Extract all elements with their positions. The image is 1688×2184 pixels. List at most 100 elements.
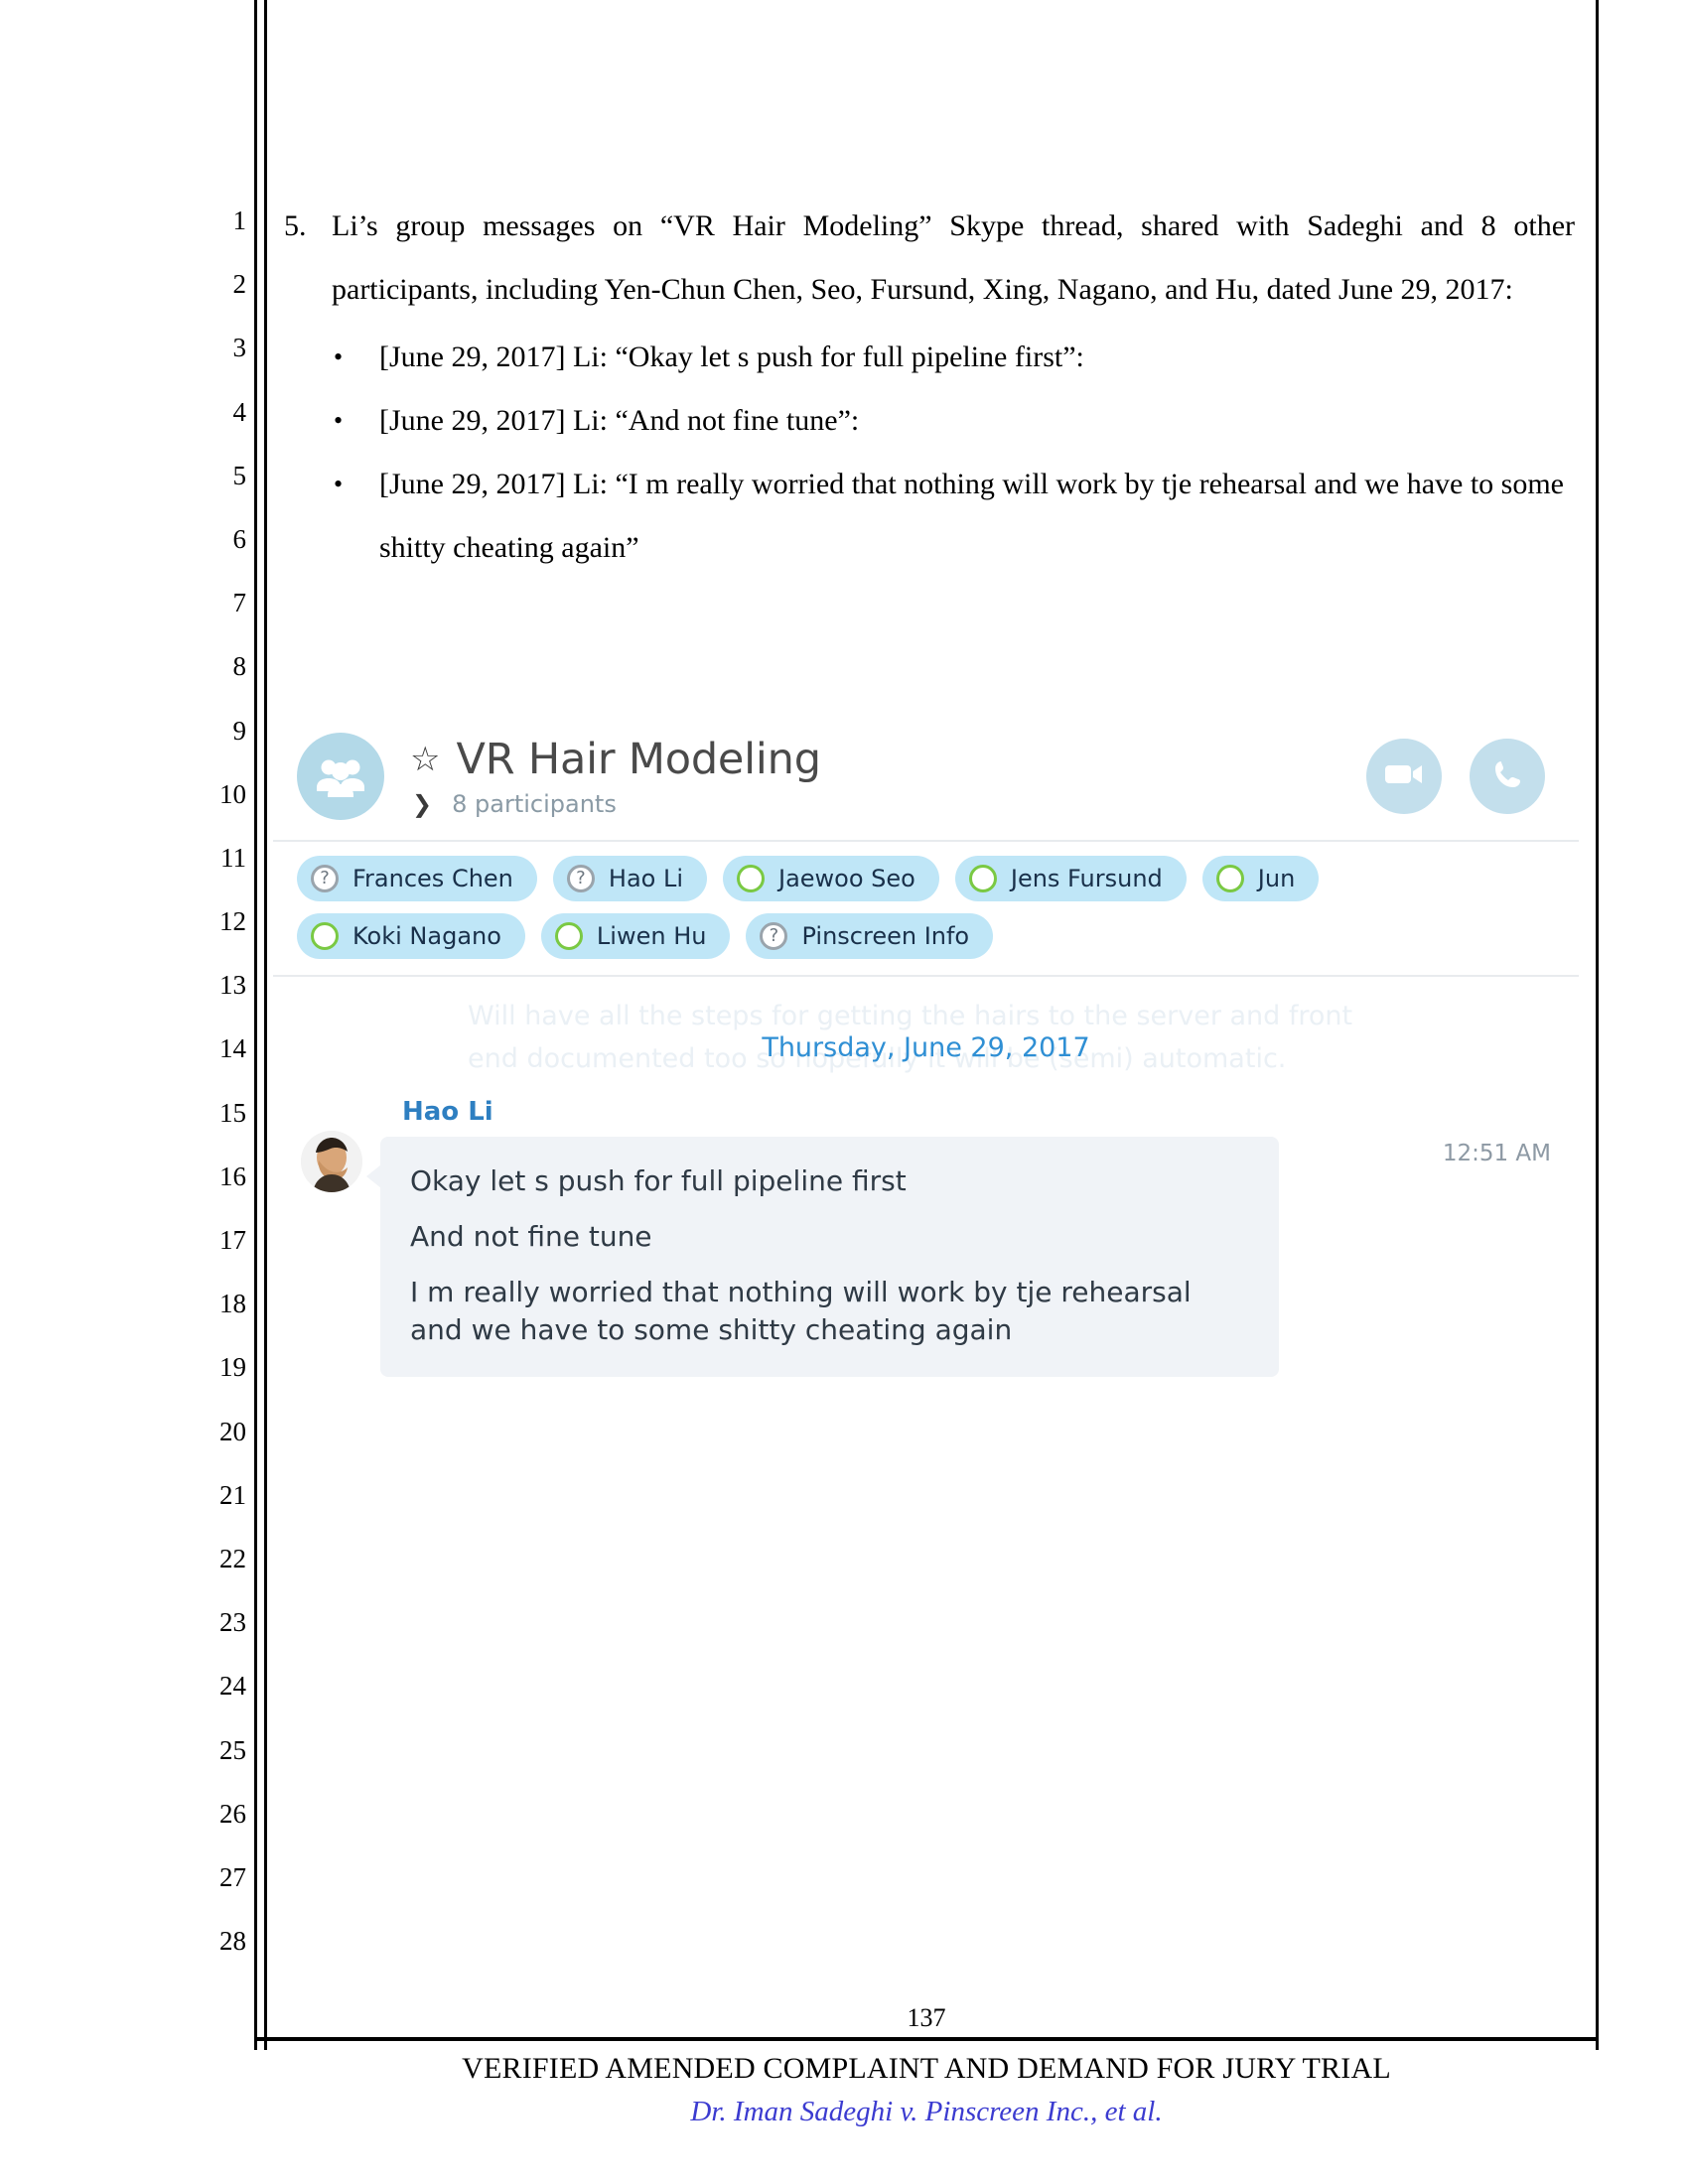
participant-chip-list: ? Frances Chen ? Hao Li Jaewoo Seo Jens … <box>273 842 1579 977</box>
video-call-button[interactable] <box>1366 739 1442 814</box>
voice-call-button[interactable] <box>1470 739 1545 814</box>
participant-name: Liwen Hu <box>596 922 707 950</box>
line-number: 20 <box>219 1416 246 1446</box>
status-online-icon <box>554 922 583 950</box>
paragraph-number: 5. <box>284 209 307 242</box>
bullet-list: • [June 29, 2017] Li: “Okay let s push f… <box>284 326 1575 580</box>
message-line: And not fine tune <box>410 1220 652 1253</box>
line-number: 27 <box>219 1861 246 1892</box>
subtitle-row: ❯ 8 participants <box>410 790 821 818</box>
title-row: ☆ VR Hair Modeling <box>410 735 821 784</box>
participant-name: Jaewoo Seo <box>778 865 915 892</box>
participant-chip[interactable]: ? Frances Chen <box>297 856 537 901</box>
message-sender-name: Hao Li <box>402 1097 493 1127</box>
message-line: Okay let s push for full pipeline first <box>410 1164 907 1197</box>
line-number: 9 <box>232 715 247 746</box>
status-online-icon <box>311 922 339 950</box>
date-divider: Thursday, June 29, 2017 <box>297 977 1555 1069</box>
bullet-marker: • <box>334 342 344 371</box>
status-online-icon <box>737 865 765 892</box>
participant-name: Jens Fursund <box>1010 865 1163 892</box>
bullet-marker: • <box>334 406 344 435</box>
participants-count-label: 8 participants <box>452 790 617 818</box>
line-number: 7 <box>232 588 247 618</box>
message-content: Hao Li Okay let s push for full pipeline… <box>366 1097 1555 1377</box>
document-body: 5. Li’s group messages on “VR Hair Model… <box>284 195 1575 580</box>
footer-case-caption: Dr. Iman Sadeghi v. Pinscreen Inc., et a… <box>690 2096 1163 2127</box>
skype-conversation-header: ☆ VR Hair Modeling ❯ 8 participants <box>273 713 1579 842</box>
line-number: 17 <box>219 1225 246 1255</box>
participant-name: Koki Nagano <box>352 922 501 950</box>
line-number: 26 <box>219 1798 246 1829</box>
skype-screenshot: ☆ VR Hair Modeling ❯ 8 participants ? Fr… <box>273 713 1579 1377</box>
conversation-pane: Will have all the steps for getting the … <box>273 977 1579 1377</box>
status-unknown-icon: ? <box>311 865 339 892</box>
pleading-page: 1 2 3 4 5 6 7 8 9 10 11 12 13 14 15 16 1… <box>0 0 1688 2184</box>
line-number: 11 <box>220 842 246 873</box>
participant-name: Hao Li <box>608 865 683 892</box>
participant-name: Jun <box>1257 865 1296 892</box>
line-number: 16 <box>219 1160 246 1191</box>
line-number: 23 <box>219 1607 246 1638</box>
bullet-text: [June 29, 2017] Li: “And not fine tune”: <box>379 404 860 437</box>
line-number: 19 <box>219 1352 246 1383</box>
line-number: 22 <box>219 1543 246 1573</box>
line-number: 3 <box>232 333 247 363</box>
participant-name: Pinscreen Info <box>801 922 970 950</box>
footer-divider <box>254 2037 1599 2041</box>
margin-rule-left-inner <box>264 0 267 2050</box>
bullet-item: • [June 29, 2017] Li: “I m really worrie… <box>284 453 1575 580</box>
participant-name: Frances Chen <box>352 865 513 892</box>
star-icon[interactable]: ☆ <box>410 743 440 776</box>
conversation-title: VR Hair Modeling <box>456 735 821 784</box>
line-number: 21 <box>219 1479 246 1510</box>
message-bubble: Okay let s push for full pipeline first … <box>366 1137 1279 1377</box>
page-footer: 137 VERIFIED AMENDED COMPLAINT AND DEMAN… <box>254 2003 1599 2132</box>
chevron-down-icon[interactable]: ❯ <box>412 792 432 816</box>
line-number: 4 <box>232 396 247 427</box>
line-number: 8 <box>232 651 247 682</box>
date-divider-label: Thursday, June 29, 2017 <box>762 1032 1090 1063</box>
status-unknown-icon: ? <box>760 922 788 950</box>
line-number: 25 <box>219 1734 246 1765</box>
status-unknown-icon: ? <box>566 865 595 892</box>
participant-chip[interactable]: Liwen Hu <box>540 913 731 959</box>
video-camera-icon <box>1384 761 1424 791</box>
footer-document-title: VERIFIED AMENDED COMPLAINT AND DEMAND FO… <box>462 2052 1391 2085</box>
line-number: 6 <box>232 523 247 554</box>
status-online-icon <box>968 865 997 892</box>
margin-rule-left-outer <box>254 0 257 2050</box>
margin-rule-right <box>1596 0 1599 2050</box>
message-timestamp: 12:51 AM <box>1442 1141 1551 1166</box>
line-number: 1 <box>232 205 247 235</box>
conversation-title-block: ☆ VR Hair Modeling ❯ 8 participants <box>410 735 821 818</box>
line-number: 10 <box>219 778 246 809</box>
participant-chip-row: Koki Nagano Liwen Hu ? Pinscreen Info <box>297 913 1555 959</box>
page-number: 137 <box>907 2003 946 2032</box>
group-people-icon <box>297 733 384 820</box>
bullet-item: • [June 29, 2017] Li: “Okay let s push f… <box>284 326 1575 389</box>
status-online-icon <box>1215 865 1244 892</box>
participant-chip[interactable]: Koki Nagano <box>297 913 525 959</box>
participant-chip[interactable]: Jens Fursund <box>954 856 1187 901</box>
bullet-marker: • <box>334 470 344 498</box>
numbered-paragraph: 5. Li’s group messages on “VR Hair Model… <box>284 195 1575 322</box>
line-number: 14 <box>219 1033 246 1064</box>
participant-chip[interactable]: Jun <box>1201 856 1320 901</box>
participant-chip[interactable]: ? Hao Li <box>552 856 707 901</box>
line-number: 15 <box>219 1097 246 1128</box>
bullet-text: [June 29, 2017] Li: “I m really worried … <box>379 468 1564 564</box>
line-number: 13 <box>219 970 246 1001</box>
participant-chip[interactable]: ? Pinscreen Info <box>746 913 994 959</box>
avatar <box>301 1131 362 1192</box>
line-number-column: 1 2 3 4 5 6 7 8 9 10 11 12 13 14 15 16 1… <box>195 189 246 1973</box>
participant-chip-row: ? Frances Chen ? Hao Li Jaewoo Seo Jens … <box>297 856 1555 901</box>
paragraph-text: Li’s group messages on “VR Hair Modeling… <box>332 209 1575 306</box>
participant-chip[interactable]: Jaewoo Seo <box>723 856 939 901</box>
line-number: 18 <box>219 1289 246 1319</box>
line-number: 2 <box>232 269 247 300</box>
line-number: 12 <box>219 906 246 937</box>
line-number: 5 <box>232 460 247 490</box>
message-block: Hao Li Okay let s push for full pipeline… <box>297 1097 1555 1377</box>
phone-icon <box>1490 757 1524 795</box>
